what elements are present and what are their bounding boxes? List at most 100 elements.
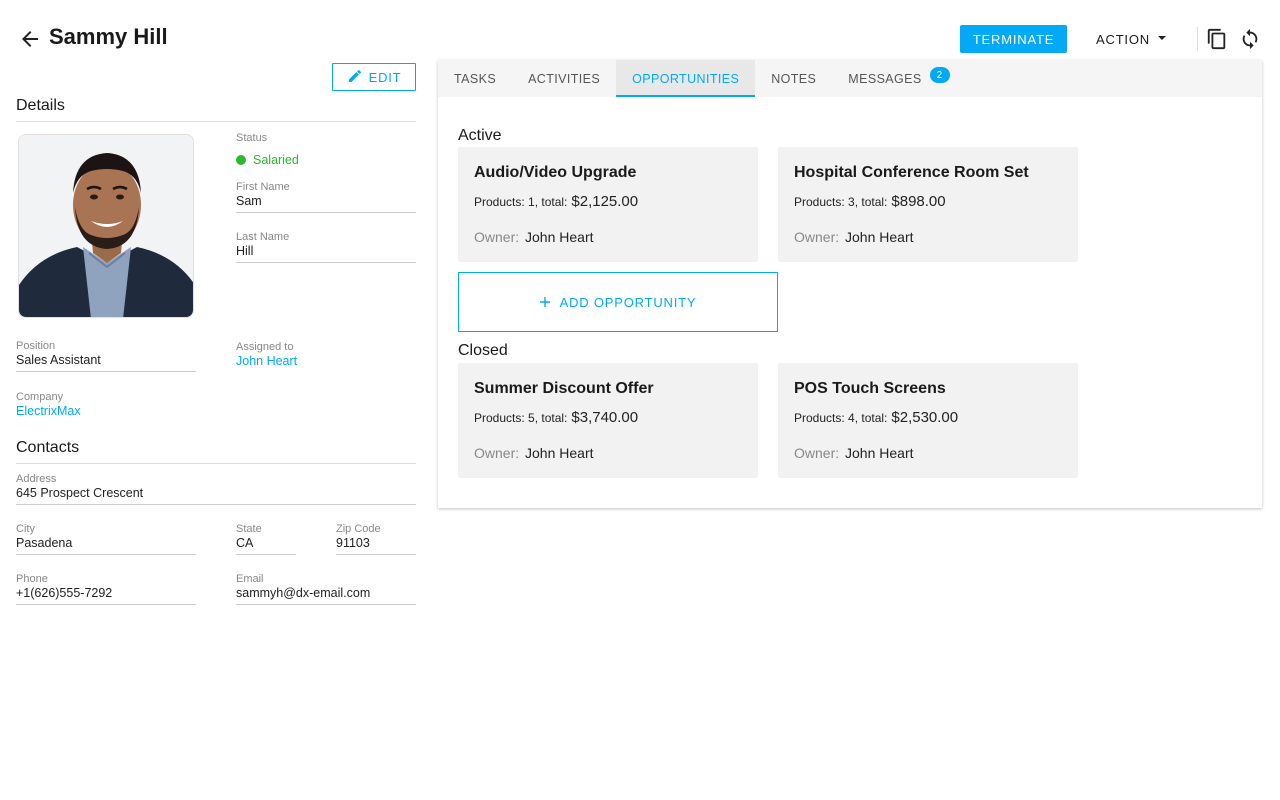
tab-tasks[interactable]: TASKS [438, 60, 512, 97]
position-value[interactable]: Sales Assistant [16, 353, 196, 372]
products-text: Products: 3, total: [794, 195, 888, 209]
opportunity-card[interactable]: Hospital Conference Room Set Products: 3… [778, 147, 1078, 262]
assigned-link[interactable]: John Heart [236, 354, 416, 372]
company-field: Company ElectrixMax [16, 391, 196, 422]
action-dropdown-button[interactable]: ACTION [1086, 25, 1178, 53]
tab-messages[interactable]: MESSAGES 2 [832, 60, 950, 97]
email-label: Email [236, 573, 264, 585]
closed-heading: Closed [458, 342, 508, 359]
phone-label: Phone [16, 573, 48, 585]
terminate-button[interactable]: TERMINATE [960, 25, 1067, 53]
copy-icon[interactable] [1206, 28, 1228, 50]
state-label: State [236, 523, 262, 535]
address-label: Address [16, 473, 57, 485]
status-value: Salaried [253, 153, 299, 167]
opportunity-owner: Owner: John Heart [794, 229, 914, 245]
company-link[interactable]: ElectrixMax [16, 404, 196, 422]
caret-down-icon [1156, 32, 1168, 47]
opportunity-owner: Owner: John Heart [794, 445, 914, 461]
company-label: Company [16, 391, 64, 403]
opportunity-name: POS Touch Screens [794, 380, 946, 397]
opportunity-total: $2,125.00 [571, 193, 639, 210]
tab-opportunities[interactable]: OPPORTUNITIES [616, 60, 756, 97]
opportunity-card[interactable]: Summer Discount Offer Products: 5, total… [458, 363, 758, 478]
tab-label: ACTIVITIES [528, 71, 601, 86]
opportunity-total: $2,530.00 [891, 409, 959, 426]
owner-label: Owner: [474, 445, 520, 461]
divider [16, 121, 416, 122]
opportunity-products: Products: 4, total: $2,530.00 [794, 409, 958, 426]
tab-bar: TASKS ACTIVITIES OPPORTUNITIES NOTES MES… [438, 60, 1262, 97]
owner-name: John Heart [525, 229, 594, 245]
first-name-value[interactable]: Sam [236, 194, 416, 213]
tabs-panel: TASKS ACTIVITIES OPPORTUNITIES NOTES MES… [438, 60, 1262, 508]
city-label: City [16, 523, 35, 535]
edit-button[interactable]: EDIT [332, 63, 416, 91]
opportunity-owner: Owner: John Heart [474, 445, 594, 461]
add-opportunity-label: ADD OPPORTUNITY [559, 294, 697, 310]
tab-label: NOTES [771, 71, 817, 86]
messages-count-badge: 2 [929, 67, 950, 83]
products-text: Products: 5, total: [474, 411, 568, 425]
state-value[interactable]: CA [236, 536, 296, 555]
edit-label: EDIT [368, 69, 402, 85]
products-text: Products: 4, total: [794, 411, 888, 425]
zip-field[interactable]: Zip Code 91103 [336, 523, 416, 555]
email-value[interactable]: sammyh@dx-email.com [236, 586, 416, 605]
page-title: Sammy Hill [49, 24, 168, 49]
employee-photo [18, 134, 194, 318]
email-field[interactable]: Email sammyh@dx-email.com [236, 573, 416, 605]
zip-value[interactable]: 91103 [336, 536, 416, 555]
tab-activities[interactable]: ACTIVITIES [512, 60, 616, 97]
add-opportunity-button[interactable]: ADD OPPORTUNITY [458, 272, 778, 332]
products-text: Products: 1, total: [474, 195, 568, 209]
tab-label: OPPORTUNITIES [632, 71, 740, 86]
position-label: Position [16, 340, 56, 352]
active-heading: Active [458, 127, 502, 144]
state-field[interactable]: State CA [236, 523, 296, 555]
opportunity-card[interactable]: POS Touch Screens Products: 4, total: $2… [778, 363, 1078, 478]
tab-label: TASKS [454, 71, 497, 86]
last-name-value[interactable]: Hill [236, 244, 416, 263]
last-name-field[interactable]: Last Name Hill [236, 231, 416, 263]
divider [16, 463, 416, 464]
owner-label: Owner: [474, 229, 520, 245]
pencil-icon [347, 68, 363, 87]
address-value[interactable]: 645 Prospect Crescent [16, 486, 416, 505]
owner-label: Owner: [794, 229, 840, 245]
opportunity-name: Audio/Video Upgrade [474, 164, 637, 181]
city-value[interactable]: Pasadena [16, 536, 196, 555]
opportunity-products: Products: 3, total: $898.00 [794, 193, 946, 210]
first-name-field[interactable]: First Name Sam [236, 181, 416, 213]
action-label: ACTION [1096, 31, 1150, 47]
header-divider [1197, 27, 1198, 51]
tab-notes[interactable]: NOTES [755, 60, 832, 97]
owner-name: John Heart [845, 445, 914, 461]
details-heading: Details [16, 97, 65, 114]
opportunity-products: Products: 1, total: $2,125.00 [474, 193, 638, 210]
contacts-heading: Contacts [16, 439, 80, 456]
plus-icon [539, 295, 550, 310]
zip-label: Zip Code [336, 523, 381, 535]
opportunity-card[interactable]: Audio/Video Upgrade Products: 1, total: … [458, 147, 758, 262]
phone-field[interactable]: Phone +1(626)555-7292 [16, 573, 196, 605]
address-field[interactable]: Address 645 Prospect Crescent [16, 473, 416, 505]
opportunity-total: $3,740.00 [571, 409, 639, 426]
assigned-label: Assigned to [236, 341, 294, 353]
last-name-label: Last Name [236, 231, 290, 243]
opportunity-name: Summer Discount Offer [474, 380, 654, 397]
position-field[interactable]: Position Sales Assistant [16, 340, 196, 372]
refresh-icon[interactable] [1239, 28, 1261, 50]
opportunity-name: Hospital Conference Room Set [794, 164, 1029, 181]
city-field[interactable]: City Pasadena [16, 523, 196, 555]
status-dot-icon [236, 155, 246, 165]
tab-label: MESSAGES [848, 71, 922, 86]
arrow-left-icon[interactable] [18, 27, 42, 51]
owner-name: John Heart [845, 229, 914, 245]
assigned-field: Assigned to John Heart [236, 341, 416, 372]
phone-value[interactable]: +1(626)555-7292 [16, 586, 196, 605]
first-name-label: First Name [236, 181, 290, 193]
owner-name: John Heart [525, 445, 594, 461]
status-label: Status [236, 132, 268, 144]
owner-label: Owner: [794, 445, 840, 461]
